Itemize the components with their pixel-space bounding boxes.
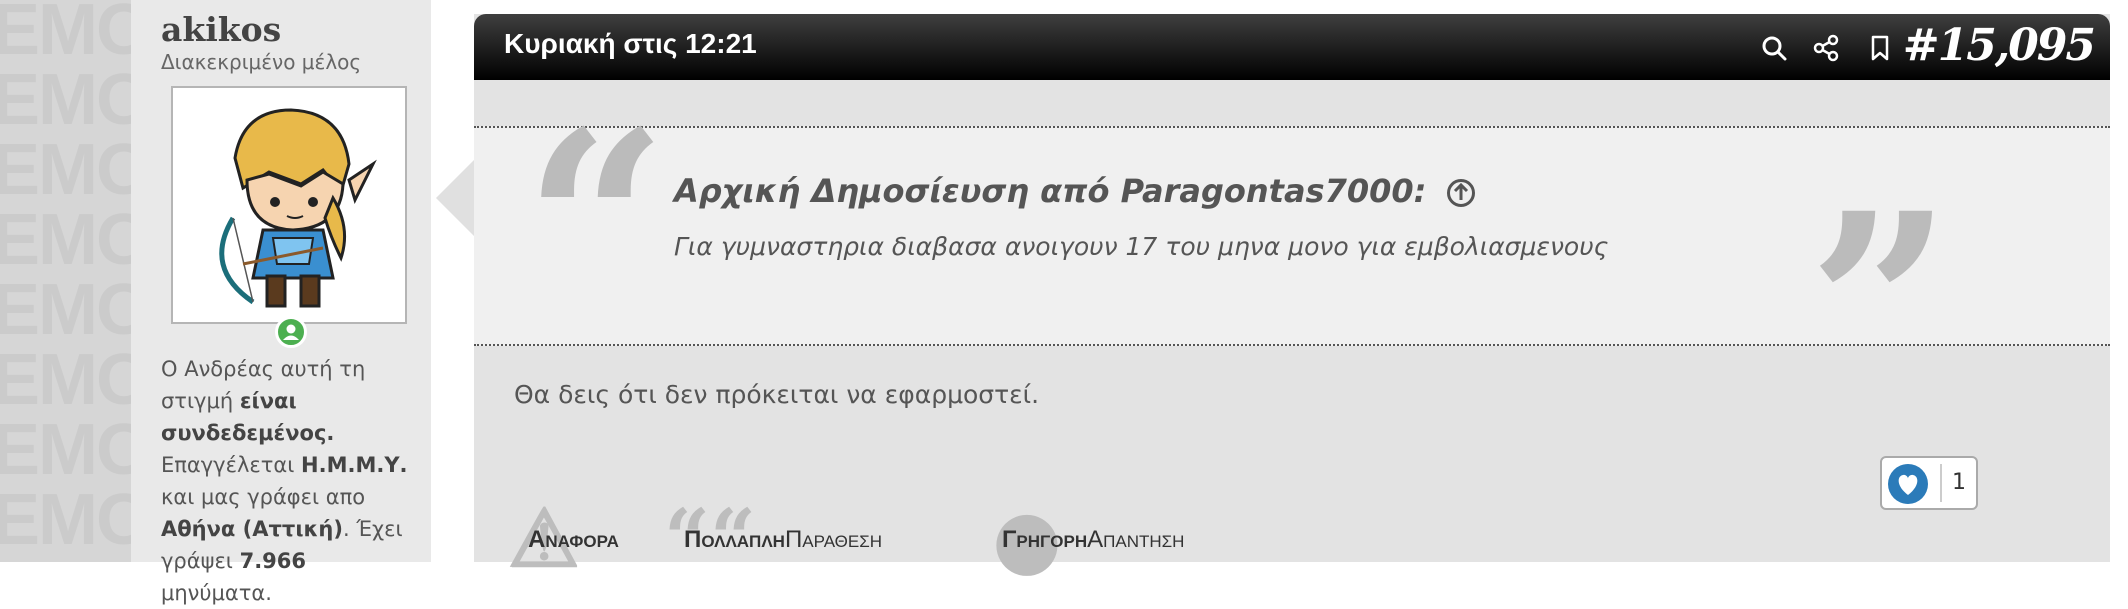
quote-author: Αρχική Δημοσίευση από Paragontas7000:	[674, 172, 1476, 210]
user-panel: akikos Διακεκριμένο μέλος Ο Ανδρέας αυτή…	[131, 0, 431, 605]
background-watermark: EMOTIKEXM	[0, 480, 131, 560]
quick-reply-button[interactable]: ● ΓρηγορηΑπαντηση	[992, 498, 1185, 578]
quote-text: Για γυμναστηρια διαβασα ανοιγουν 17 του …	[674, 232, 1609, 261]
close-quote-icon: ”	[1808, 158, 1952, 452]
multiquote-label-bold: Πολλαπλη	[684, 526, 785, 553]
background-watermark: EMOTIKEXM	[0, 130, 131, 210]
online-user-icon	[275, 316, 307, 348]
background-watermark: EMOTIKEXM	[0, 200, 131, 280]
bio-occupation: Η.Μ.Μ.Υ.	[301, 453, 408, 477]
quote-block: “ ” Αρχική Δημοσίευση από Paragontas7000…	[474, 98, 2110, 430]
like-divider	[1940, 464, 1942, 502]
avatar-image	[219, 108, 377, 308]
multiquote-button[interactable]: ““ ΠολλαπληΠαραθεση	[664, 498, 883, 578]
bio-text: μηνύματα.	[161, 581, 272, 605]
search-icon[interactable]	[1760, 34, 1788, 62]
bio-post-count: 7.966	[239, 549, 307, 573]
post-container: Κυριακή στις 12:21 #15,095 “ ” Αρχική Δη…	[474, 14, 2110, 578]
open-quote-icon: “	[524, 76, 668, 370]
avatar[interactable]	[171, 86, 407, 324]
user-title: Διακεκριμένο μέλος	[161, 50, 362, 74]
like-button[interactable]: 1	[1880, 456, 1978, 510]
report-button[interactable]: ⚠ Αναφορα	[508, 498, 619, 578]
sidebar-background: EMOTIKEXM EMOTIKEXM EMOTIKEXM EMOTIKEXM …	[0, 0, 131, 562]
quick-reply-label-bold: Γρηγορη	[1002, 526, 1088, 553]
post-message: Θα δεις ότι δεν πρόκειται να εφαρμοστεί.	[514, 380, 1040, 409]
post-pointer-arrow	[436, 158, 476, 238]
quick-reply-label-rest: Απαντηση	[1087, 526, 1185, 553]
report-label: Αναφορα	[528, 526, 619, 553]
post-date: Κυριακή στις 12:21	[504, 28, 757, 59]
background-watermark: EMOTIKEXM	[0, 410, 131, 490]
post-header: Κυριακή στις 12:21 #15,095	[474, 14, 2110, 80]
like-count: 1	[1952, 470, 1966, 495]
bio-text: και μας γράφει απο	[161, 485, 366, 509]
bio-text: Επαγγέλεται	[161, 453, 302, 477]
quote-author-text: Αρχική Δημοσίευση από Paragontas7000:	[674, 172, 1427, 210]
background-watermark: EMOTIKEXM	[0, 340, 131, 420]
bookmark-icon[interactable]	[1866, 34, 1894, 62]
share-icon[interactable]	[1812, 34, 1840, 62]
heart-icon	[1888, 464, 1928, 504]
bio-location: Αθήνα (Αττική)	[161, 517, 343, 541]
background-watermark: EMOTIKEXM	[0, 270, 131, 350]
post-number-link[interactable]: #15,095	[1903, 20, 2096, 71]
user-bio: Ο Ανδρέας αυτή τη στιγμή είναι συνδεδεμέ…	[161, 353, 416, 609]
background-watermark: EMOTIKEXM	[0, 60, 131, 140]
background-watermark: EMOTIKEXM	[0, 0, 131, 70]
username-link[interactable]: akikos	[161, 10, 281, 49]
multiquote-label-rest: Παραθεση	[784, 526, 883, 553]
arrow-up-circle-icon[interactable]	[1446, 178, 1476, 208]
